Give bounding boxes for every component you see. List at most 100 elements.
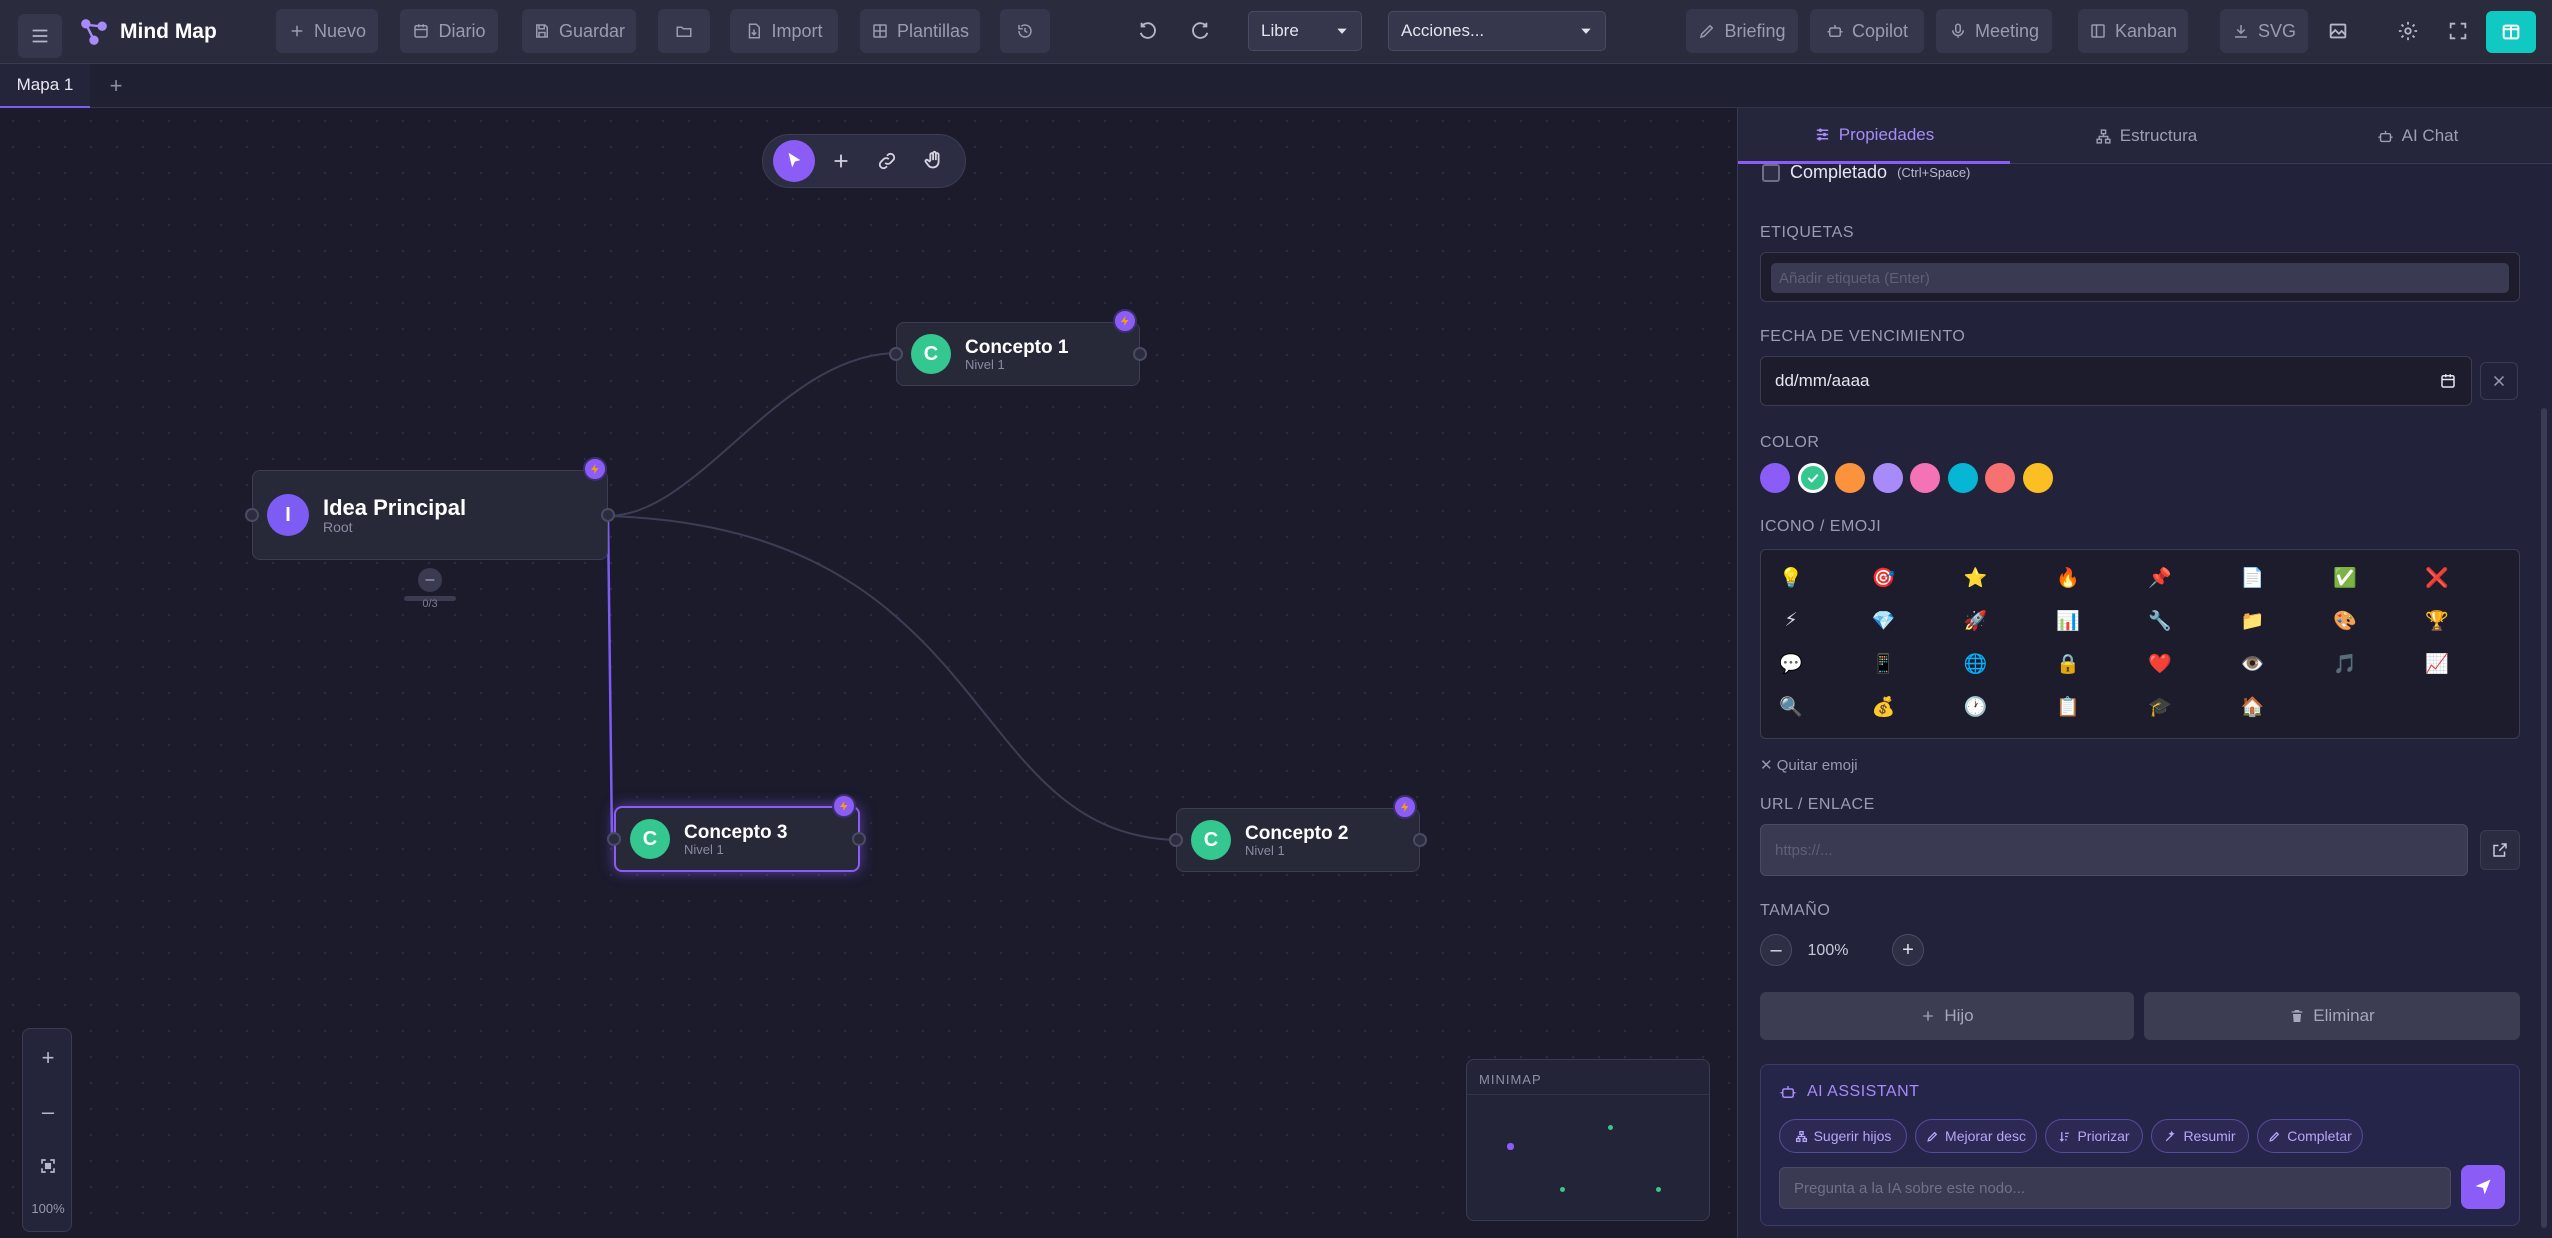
- emoji-option[interactable]: 🏆: [2420, 603, 2454, 637]
- remove-emoji-button[interactable]: ✕ Quitar emoji: [1760, 756, 1858, 774]
- undo-button[interactable]: [1126, 9, 1170, 53]
- emoji-option[interactable]: 📊: [2051, 603, 2085, 637]
- tab-mapa-1[interactable]: Mapa 1: [0, 64, 90, 108]
- node-port-right[interactable]: [1413, 833, 1427, 847]
- node-port-right[interactable]: [601, 508, 615, 522]
- zoom-out-button[interactable]: –: [23, 1087, 73, 1137]
- tab-estructura[interactable]: Estructura: [2010, 108, 2282, 164]
- pan-tool-button[interactable]: [913, 140, 955, 182]
- completed-checkbox[interactable]: [1762, 163, 1780, 182]
- node-port-left[interactable]: [889, 347, 903, 361]
- suggest-children-chip[interactable]: Sugerir hijos: [1779, 1119, 1907, 1153]
- mindmap-canvas[interactable]: I Idea Principal Root – 0/3 C Concepto 1…: [0, 108, 1737, 1238]
- delete-node-button[interactable]: Eliminar: [2144, 992, 2520, 1040]
- open-folder-button[interactable]: [658, 9, 710, 53]
- emoji-option[interactable]: 🎨: [2328, 603, 2362, 637]
- fit-view-button[interactable]: [23, 1141, 73, 1191]
- node-port-right[interactable]: [1133, 347, 1147, 361]
- node-port-left[interactable]: [607, 832, 621, 846]
- node-badge[interactable]: [1113, 309, 1137, 333]
- due-date-input[interactable]: dd/mm/aaaa: [1760, 356, 2472, 406]
- journal-button[interactable]: Diario: [400, 9, 498, 53]
- emoji-option[interactable]: 📋: [2051, 689, 2085, 723]
- node-badge[interactable]: [583, 457, 607, 481]
- add-tab-button[interactable]: +: [104, 64, 128, 108]
- color-swatch[interactable]: [1797, 463, 1828, 493]
- templates-button[interactable]: Plantillas: [860, 9, 980, 53]
- emoji-option[interactable]: 💰: [1866, 689, 1900, 723]
- add-child-button[interactable]: Hijo: [1760, 992, 2134, 1040]
- summarize-chip[interactable]: Resumir: [2151, 1119, 2249, 1153]
- tags-input[interactable]: Añadir etiqueta (Enter): [1771, 263, 2509, 293]
- history-button[interactable]: [1000, 9, 1050, 53]
- node-concepto-3[interactable]: C Concepto 3 Nivel 1: [607, 794, 866, 872]
- emoji-option[interactable]: 📁: [2236, 603, 2270, 637]
- node-badge[interactable]: [832, 794, 856, 818]
- open-url-button[interactable]: [2480, 830, 2520, 870]
- save-button[interactable]: Guardar: [522, 9, 636, 53]
- node-port-right[interactable]: [852, 832, 866, 846]
- settings-button[interactable]: [2386, 9, 2430, 53]
- import-button[interactable]: Import: [730, 9, 838, 53]
- size-increase-button[interactable]: +: [1892, 934, 1924, 966]
- emoji-option[interactable]: 🎵: [2328, 646, 2362, 680]
- briefing-button[interactable]: Briefing: [1686, 9, 1798, 53]
- emoji-option[interactable]: 🔍: [1774, 689, 1808, 723]
- emoji-option[interactable]: 💎: [1866, 603, 1900, 637]
- actions-select[interactable]: Acciones...: [1388, 11, 1606, 51]
- minimap-viewport[interactable]: [1467, 1094, 1709, 1220]
- emoji-option[interactable]: 🔥: [2051, 560, 2085, 594]
- select-tool-button[interactable]: [773, 140, 816, 182]
- color-swatch[interactable]: [1910, 463, 1940, 493]
- clear-date-button[interactable]: [2480, 362, 2518, 400]
- color-swatch[interactable]: [1947, 463, 1978, 493]
- kanban-button[interactable]: Kanban: [2078, 9, 2188, 53]
- redo-button[interactable]: [1178, 9, 1222, 53]
- emoji-option[interactable]: 🎯: [1866, 560, 1900, 594]
- ai-prompt-input[interactable]: Pregunta a la IA sobre este nodo...: [1779, 1167, 2451, 1209]
- color-swatch[interactable]: [1872, 463, 1903, 493]
- url-input[interactable]: https://...: [1760, 824, 2468, 876]
- emoji-option[interactable]: ❌: [2420, 560, 2454, 594]
- color-swatch[interactable]: [2022, 463, 2053, 493]
- panel-scrollbar[interactable]: [2541, 408, 2547, 1228]
- emoji-option[interactable]: 🏠: [2236, 689, 2270, 723]
- emoji-option[interactable]: 👁️: [2236, 646, 2270, 680]
- export-image-button[interactable]: [2316, 9, 2360, 53]
- zoom-in-button[interactable]: +: [23, 1033, 73, 1083]
- improve-description-chip[interactable]: Mejorar desc: [1915, 1119, 2037, 1153]
- emoji-option[interactable]: 📄: [2236, 560, 2270, 594]
- toggle-panel-button[interactable]: [2486, 11, 2536, 53]
- completed-checkbox-row[interactable]: Completado (Ctrl+Space): [1762, 162, 1970, 183]
- node-port-left[interactable]: [245, 508, 259, 522]
- copilot-button[interactable]: Copilot: [1810, 9, 1924, 53]
- size-decrease-button[interactable]: –: [1760, 934, 1792, 966]
- color-swatch[interactable]: [1835, 463, 1865, 493]
- node-badge[interactable]: [1393, 795, 1417, 819]
- complete-chip[interactable]: Completar: [2257, 1119, 2363, 1153]
- emoji-option[interactable]: 🕐: [1959, 689, 1993, 723]
- minimap[interactable]: MINIMAP: [1466, 1059, 1710, 1221]
- node-port-left[interactable]: [1169, 833, 1183, 847]
- emoji-option[interactable]: ❤️: [2143, 646, 2177, 680]
- export-svg-button[interactable]: SVG: [2220, 9, 2308, 53]
- ai-send-button[interactable]: [2461, 1165, 2505, 1209]
- emoji-option[interactable]: 📱: [1866, 646, 1900, 680]
- prioritize-chip[interactable]: Priorizar: [2045, 1119, 2143, 1153]
- emoji-option[interactable]: 🚀: [1959, 603, 1993, 637]
- layout-select[interactable]: Libre: [1248, 11, 1362, 51]
- node-concepto-1[interactable]: C Concepto 1 Nivel 1: [889, 309, 1147, 386]
- node-concepto-2[interactable]: C Concepto 2 Nivel 1: [1169, 795, 1427, 872]
- meeting-button[interactable]: Meeting: [1936, 9, 2052, 53]
- emoji-option[interactable]: 📈: [2420, 646, 2454, 680]
- collapse-children-button[interactable]: –: [418, 568, 442, 592]
- color-swatch[interactable]: [1760, 463, 1790, 493]
- fullscreen-button[interactable]: [2436, 9, 2480, 53]
- link-tool-button[interactable]: [866, 140, 908, 182]
- new-button[interactable]: Nuevo: [276, 9, 378, 53]
- emoji-option[interactable]: 🔒: [2051, 646, 2085, 680]
- emoji-option[interactable]: 📌: [2143, 560, 2177, 594]
- emoji-option[interactable]: 🌐: [1959, 646, 1993, 680]
- emoji-option[interactable]: 💬: [1774, 646, 1808, 680]
- node-idea-principal[interactable]: I Idea Principal Root: [245, 457, 615, 560]
